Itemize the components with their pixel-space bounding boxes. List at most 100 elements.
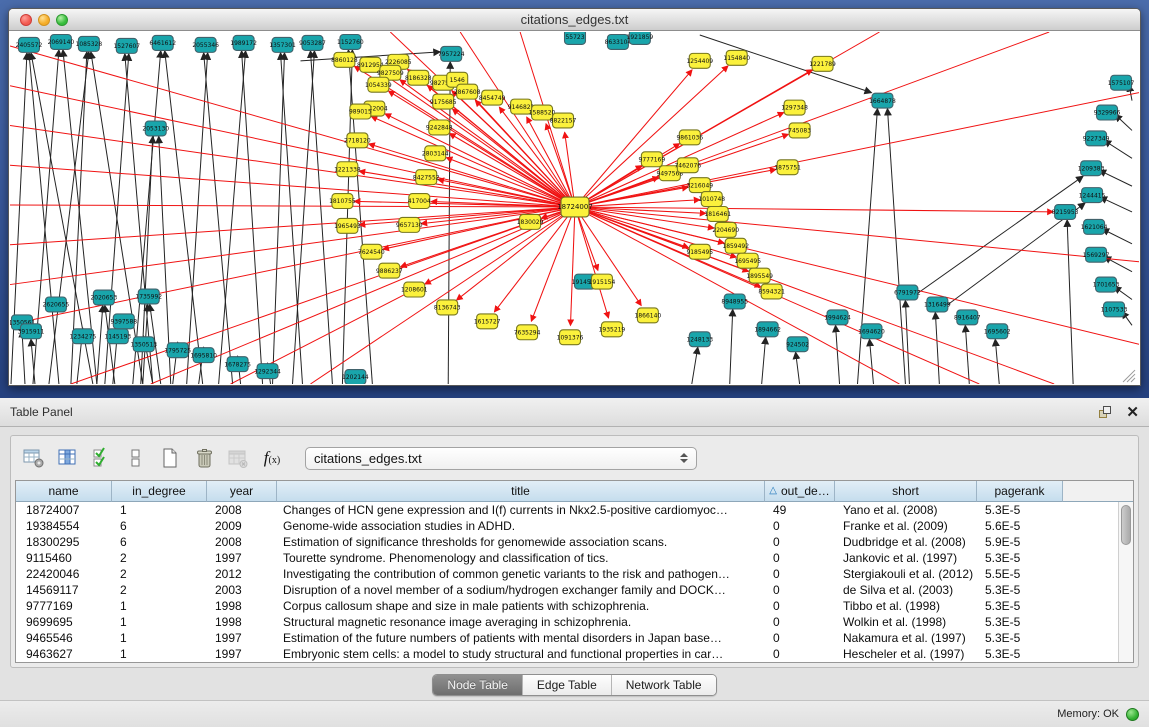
selected-paper-node[interactable]: 7462076 [674, 158, 701, 173]
citation-edge[interactable] [965, 325, 969, 384]
paper-node[interactable]: 1989172 [230, 35, 257, 50]
selected-paper-node[interactable]: 9886237 [376, 263, 403, 278]
selected-paper-node[interactable]: 989015 [349, 104, 372, 119]
paper-node[interactable]: 8948955 [721, 294, 748, 309]
table-selector-dropdown[interactable]: citations_edges.txt [305, 447, 697, 470]
table-row[interactable]: 969969511998Structural magnetic resonanc… [16, 614, 1118, 630]
table-row[interactable]: 946362711997Embryonic stem cells: a mode… [16, 646, 1118, 662]
citation-edge[interactable] [869, 339, 873, 384]
selected-citation-edge[interactable] [10, 165, 575, 207]
table-row[interactable]: 1872400712008Changes of HCN gene express… [16, 502, 1118, 518]
table-vertical-scrollbar[interactable] [1118, 502, 1133, 662]
selected-paper-node[interactable]: 2867608 [454, 84, 481, 99]
paper-node[interactable]: 9227349 [1083, 131, 1110, 146]
hub-paper-node[interactable]: 18724007 [557, 197, 593, 217]
selected-paper-node[interactable]: 7635294 [514, 325, 541, 340]
selected-paper-node[interactable]: 745083 [788, 123, 811, 138]
table-settings-button[interactable] [19, 444, 49, 472]
citation-edge[interactable] [1100, 197, 1132, 212]
selected-paper-node[interactable]: 9175685 [430, 94, 457, 109]
selected-citation-edge[interactable] [575, 207, 724, 243]
citation-edge[interactable] [836, 325, 840, 384]
citation-edge[interactable] [219, 51, 246, 384]
column-header-out_degree[interactable]: △out_de… [765, 481, 835, 502]
selected-paper-node[interactable]: 1254409 [686, 53, 713, 68]
citation-edge[interactable] [97, 305, 103, 384]
citation-edge[interactable] [730, 309, 733, 384]
paper-node[interactable]: 2020653 [91, 290, 118, 305]
selected-paper-node[interactable]: 3216049 [686, 178, 713, 193]
network-canvas[interactable]: 2405572206914010853281527607646161220553… [10, 32, 1139, 384]
selected-paper-node[interactable]: 9657130 [396, 217, 423, 232]
citation-edge[interactable] [348, 50, 372, 384]
paper-node[interactable]: 1701653 [1093, 277, 1120, 292]
selected-paper-node[interactable]: 1054339 [365, 77, 392, 92]
paper-node[interactable]: 1694620 [858, 324, 885, 339]
unselect-all-columns-button[interactable] [121, 444, 151, 472]
table-row[interactable]: 946554611997Estimation of the future num… [16, 630, 1118, 646]
selected-paper-node[interactable]: 8136743 [434, 300, 461, 315]
selected-citation-edge[interactable] [575, 207, 608, 318]
citation-edge[interactable] [133, 51, 161, 384]
paper-node[interactable]: 55723 [565, 32, 586, 44]
paper-node[interactable]: 1350513 [130, 337, 157, 352]
paper-node[interactable]: 1244415 [1079, 188, 1106, 203]
paper-node[interactable]: 1921859 [627, 32, 654, 44]
paper-node[interactable]: 1569297 [1083, 247, 1110, 262]
paper-node[interactable]: 1695810 [190, 348, 217, 363]
citation-edge[interactable] [1104, 140, 1132, 158]
paper-node[interactable]: 6461612 [149, 35, 176, 50]
citation-edge[interactable] [1099, 170, 1132, 186]
citation-edge[interactable] [907, 176, 1083, 300]
selected-paper-node[interactable]: 9242848 [426, 120, 453, 135]
selected-citation-edge[interactable] [575, 207, 1053, 212]
paper-node[interactable]: 1695602 [984, 324, 1011, 339]
column-header-short[interactable]: short [835, 481, 977, 502]
paper-node[interactable]: 1202144 [342, 370, 369, 384]
tab-node-table[interactable]: Node Table [433, 675, 523, 695]
show-columns-button[interactable] [53, 444, 83, 472]
network-view-window[interactable]: citations_edges.txt 24055722069140108532… [8, 8, 1141, 386]
paper-node[interactable]: 1316499 [924, 297, 951, 312]
selected-paper-node[interactable]: 1895549 [746, 268, 773, 283]
selected-citation-edge[interactable] [10, 207, 575, 285]
selected-paper-node[interactable]: 1091376 [557, 330, 584, 345]
selected-paper-node[interactable]: 1695495 [734, 253, 761, 268]
citation-edge[interactable] [1102, 229, 1132, 244]
citation-edge[interactable] [292, 51, 314, 384]
citation-edge[interactable] [796, 352, 800, 384]
paper-node[interactable]: 1085328 [76, 36, 103, 51]
selected-paper-node[interactable]: 2718120 [344, 133, 371, 148]
selected-paper-node[interactable]: 1830029 [517, 214, 544, 229]
paper-node[interactable]: 1152760 [337, 34, 364, 49]
table-row[interactable]: 2242004622012Investigating the contribut… [16, 566, 1118, 582]
selected-paper-node[interactable]: 1915154 [589, 274, 616, 289]
paper-node[interactable]: 1234275 [70, 329, 97, 344]
citation-edge[interactable] [273, 53, 285, 384]
table-row[interactable]: 1830029562008Estimation of significance … [16, 534, 1118, 550]
paper-node[interactable]: 1248133 [686, 332, 713, 347]
selected-citation-edge[interactable] [371, 116, 575, 207]
paper-node[interactable]: 6791972 [894, 285, 921, 300]
selected-paper-node[interactable]: 8822157 [550, 113, 577, 128]
memory-status-indicator[interactable] [1126, 708, 1139, 721]
citation-edge[interactable] [935, 312, 939, 384]
citation-edge[interactable] [242, 51, 263, 384]
paper-node[interactable]: 1527607 [113, 38, 140, 53]
selected-paper-node[interactable]: 2803144 [422, 146, 449, 161]
selected-paper-node[interactable]: 1875751 [774, 160, 801, 175]
citation-edge[interactable] [692, 347, 698, 384]
selected-paper-node[interactable]: 1615727 [474, 314, 501, 329]
paper-node[interactable]: 2055346 [192, 37, 219, 52]
column-header-in_degree[interactable]: in_degree [112, 481, 207, 502]
selected-paper-node[interactable]: 1965493 [334, 218, 361, 233]
citation-edge[interactable] [905, 300, 909, 384]
selected-paper-node[interactable]: 1935219 [599, 322, 626, 337]
column-header-pagerank[interactable]: pagerank [977, 481, 1063, 502]
citation-edge[interactable] [700, 35, 872, 93]
paper-node[interactable]: 1575107 [1108, 75, 1135, 90]
selected-paper-node[interactable]: 1297348 [781, 100, 808, 115]
column-header-name[interactable]: name [16, 481, 112, 502]
paper-node[interactable]: 3915911 [18, 324, 45, 339]
table-row[interactable]: 1938455462009Genome-wide association stu… [16, 518, 1118, 534]
